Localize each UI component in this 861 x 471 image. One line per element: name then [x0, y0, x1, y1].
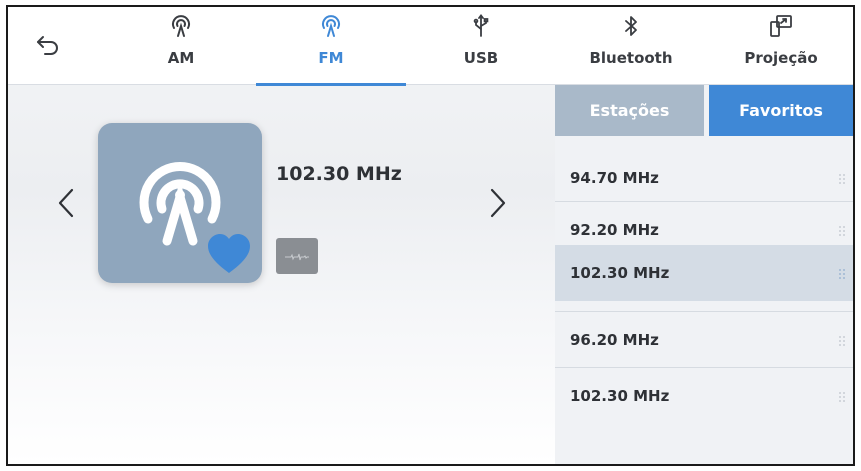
previous-station-button[interactable]: [46, 180, 86, 230]
tab-projection[interactable]: Projeção: [706, 7, 853, 85]
drag-handle-icon[interactable]: [837, 223, 847, 237]
back-arrow-icon: [35, 33, 61, 61]
next-station-button[interactable]: [478, 180, 518, 230]
current-frequency: 102.30 MHz: [276, 163, 402, 185]
favorite-item[interactable]: 96.20 MHz: [555, 312, 853, 368]
tab-bluetooth[interactable]: Bluetooth: [556, 7, 706, 85]
broadcast-icon: [320, 13, 342, 39]
segment-label: Favoritos: [739, 101, 823, 120]
drag-handle-icon[interactable]: [837, 389, 847, 403]
favorite-item[interactable]: 94.70 MHz: [555, 150, 853, 206]
favorite-frequency: 102.30 MHz: [570, 264, 670, 282]
tab-label: AM: [167, 49, 195, 67]
favorite-frequency: 92.20 MHz: [570, 221, 659, 239]
back-button[interactable]: [26, 25, 70, 69]
tab-label: FM: [318, 49, 344, 67]
radio-screen: AM FM USB Bluetooth Projeção 102.30 MHz …: [6, 5, 855, 466]
tab-label: Bluetooth: [589, 49, 673, 67]
favorite-item[interactable]: 102.30 MHz: [555, 368, 853, 424]
chevron-left-icon: [58, 188, 74, 222]
now-playing-area: 102.30 MHz: [8, 85, 555, 464]
station-list-panel: Estações Favoritos 94.70 MHz 92.20 MHz 1…: [555, 85, 853, 464]
tab-label: USB: [463, 49, 499, 67]
tab-usb[interactable]: USB: [406, 7, 556, 85]
signal-wave-icon: [284, 247, 310, 266]
tab-favorites[interactable]: Favoritos: [709, 85, 853, 136]
signal-button[interactable]: [276, 238, 318, 274]
projection-icon: [769, 13, 793, 39]
source-tab-bar: AM FM USB Bluetooth Projeção: [8, 7, 853, 86]
tab-fm[interactable]: FM: [256, 7, 406, 86]
favorite-frequency: 96.20 MHz: [570, 331, 659, 349]
broadcast-icon: [170, 13, 192, 39]
favorite-heart-icon[interactable]: [206, 233, 252, 279]
tab-label: Projeção: [744, 49, 818, 67]
tab-stations[interactable]: Estações: [555, 85, 704, 136]
drag-handle-icon[interactable]: [837, 171, 847, 185]
favorite-frequency: 94.70 MHz: [570, 169, 659, 187]
chevron-right-icon: [490, 188, 506, 222]
usb-icon: [473, 13, 489, 39]
segment-label: Estações: [589, 101, 670, 120]
favorite-item-selected[interactable]: 102.30 MHz: [555, 245, 853, 301]
favorite-frequency: 102.30 MHz: [570, 387, 670, 405]
station-artwork: [98, 123, 262, 283]
drag-handle-icon[interactable]: [837, 333, 847, 347]
drag-handle-icon[interactable]: [837, 266, 847, 280]
tab-am[interactable]: AM: [106, 7, 256, 85]
bluetooth-icon: [623, 13, 639, 39]
